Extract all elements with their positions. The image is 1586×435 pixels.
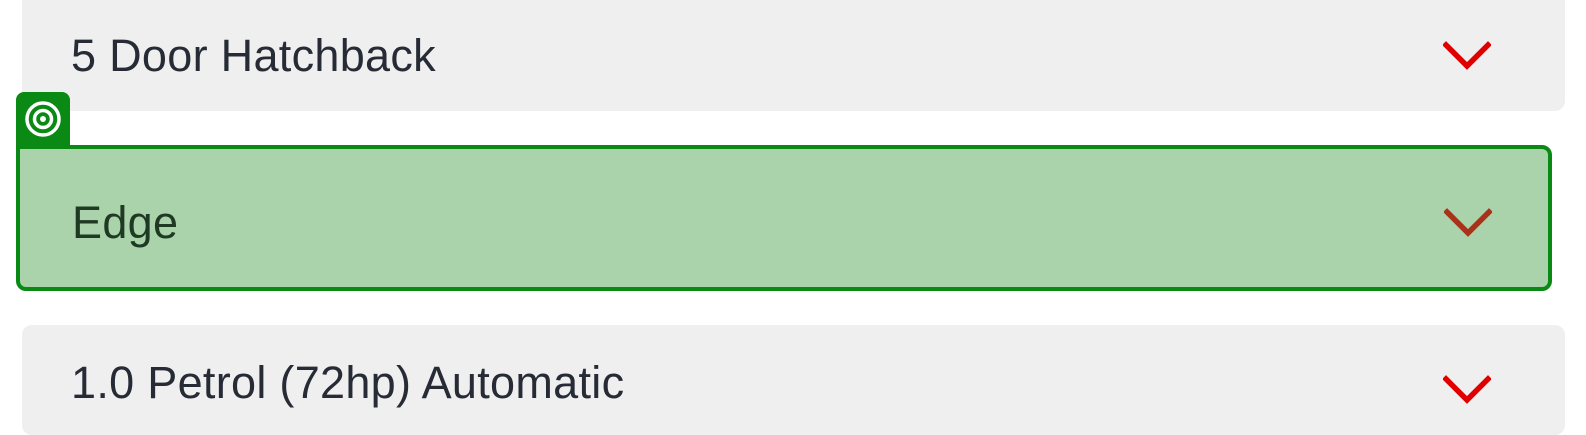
trim-dropdown-wrapper: Edge [16, 92, 1552, 291]
engine-dropdown[interactable]: 1.0 Petrol (72hp) Automatic [22, 325, 1565, 435]
body-type-selected-value: 5 Door Hatchback [71, 29, 436, 81]
trim-selected-value: Edge [72, 197, 179, 248]
trim-dropdown[interactable]: Edge [16, 145, 1552, 291]
chevron-down-icon [1443, 375, 1491, 404]
target-icon [25, 101, 61, 137]
chevron-down-icon [1444, 208, 1492, 237]
engine-selected-value: 1.0 Petrol (72hp) Automatic [71, 357, 625, 408]
chevron-down-icon [1443, 40, 1491, 70]
focus-badge [16, 92, 70, 152]
